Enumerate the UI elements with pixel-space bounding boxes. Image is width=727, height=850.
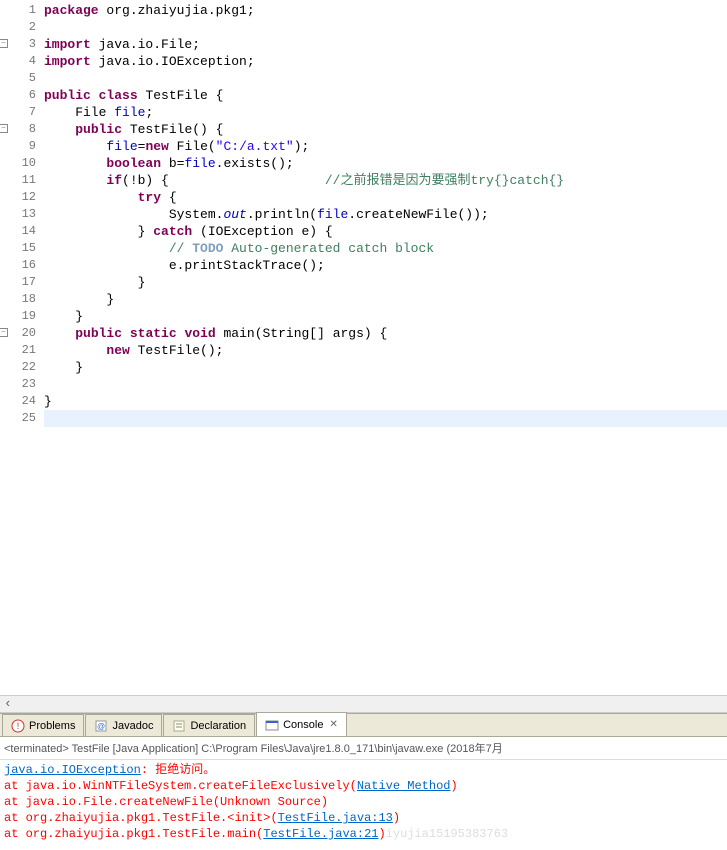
tab-javadoc[interactable]: @ Javadoc [85,714,162,736]
tab-problems[interactable]: ! Problems [2,714,84,736]
svg-text:!: ! [17,721,20,731]
code-area[interactable]: package org.zhaiyujia.pkg1; import java.… [38,0,727,695]
fold-toggle[interactable]: − [0,39,8,48]
stack-link[interactable]: TestFile.java:21 [263,827,378,841]
console-line: java.io.IOException: 拒绝访问。 [4,762,723,778]
tab-label: Declaration [190,720,246,732]
problems-icon: ! [11,719,25,733]
tab-label: Problems [29,720,75,732]
tab-label: Console [283,719,323,731]
fold-toggle[interactable]: − [0,124,8,133]
watermark: iyujia15195383763 [386,827,508,841]
svg-text:@: @ [97,722,105,731]
tab-console[interactable]: Console ✕ [256,712,347,736]
tab-label: Javadoc [112,720,153,732]
stack-link[interactable]: TestFile.java:13 [278,811,393,825]
console-icon [265,718,279,732]
console-status: <terminated> TestFile [Java Application]… [0,737,727,760]
close-icon[interactable]: ✕ [329,719,337,730]
console-line: at java.io.File.createNewFile(Unknown So… [4,794,723,810]
console-line: at java.io.WinNTFileSystem.createFileExc… [4,778,723,794]
declaration-icon [172,719,186,733]
code-editor[interactable]: 123−45678−91011121314151617181920−212223… [0,0,727,695]
tab-declaration[interactable]: Declaration [163,714,255,736]
exception-link[interactable]: java.io.IOException [4,763,141,777]
line-gutter: 123−45678−91011121314151617181920−212223… [0,0,38,695]
console-line: at org.zhaiyujia.pkg1.TestFile.main(Test… [4,826,723,842]
javadoc-icon: @ [94,719,108,733]
bottom-tab-bar: ! Problems @ Javadoc Declaration Console… [0,713,727,737]
horizontal-scrollbar[interactable] [0,695,727,712]
fold-toggle[interactable]: − [0,328,8,337]
console-line: at org.zhaiyujia.pkg1.TestFile.<init>(Te… [4,810,723,826]
stack-link[interactable]: Native Method [357,779,451,793]
console-output[interactable]: java.io.IOException: 拒绝访问。 at java.io.Wi… [0,760,727,850]
